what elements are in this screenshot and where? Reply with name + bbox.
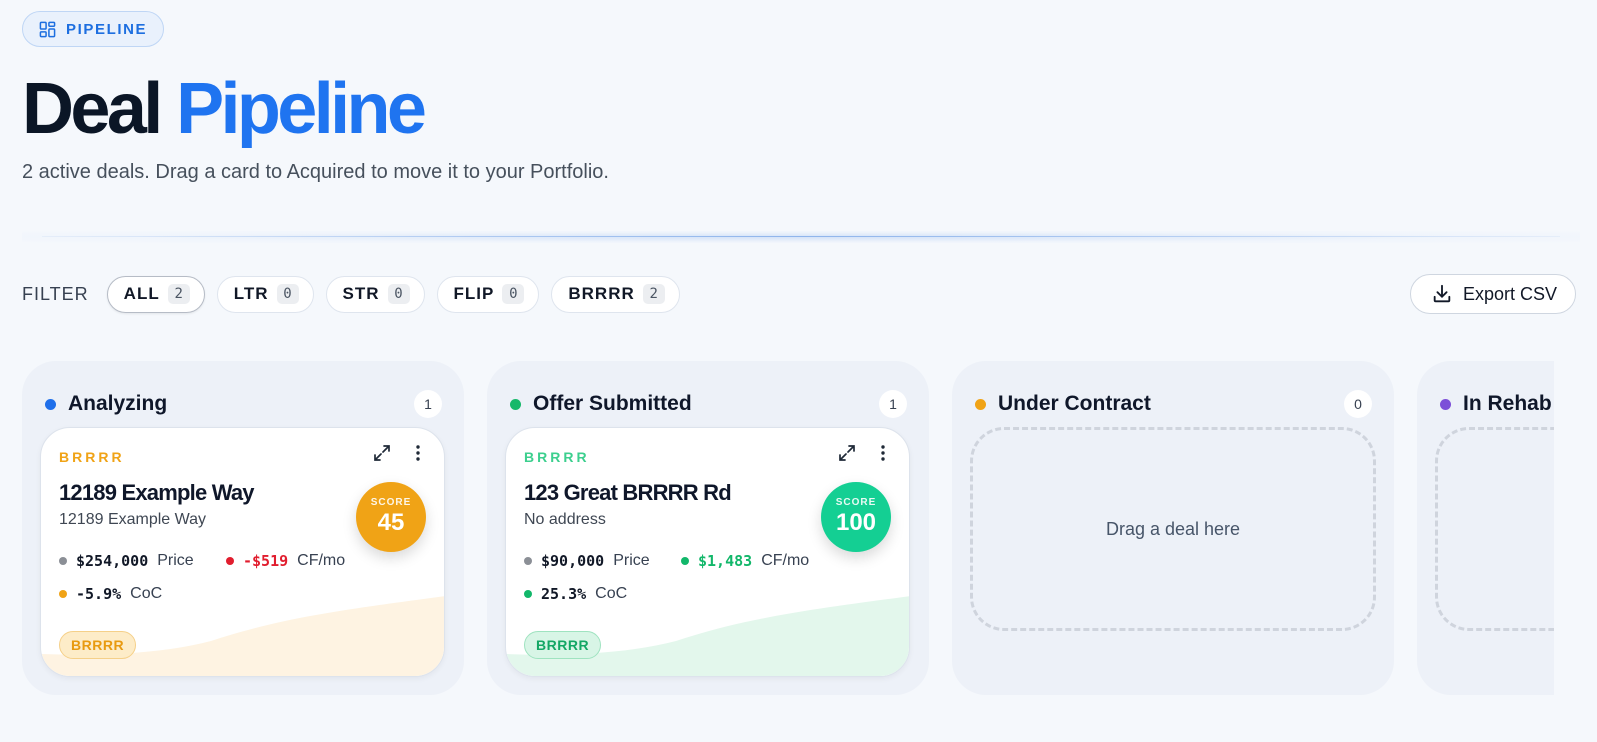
page-title-accent: Pipeline	[176, 69, 427, 149]
deal-card[interactable]: BRRRR 12189 Example Way 12189 Example Wa…	[40, 427, 445, 677]
score-label: SCORE	[370, 497, 412, 508]
filter-chip-label: LTR	[233, 284, 269, 303]
column-header: Offer Submitted 1	[510, 390, 907, 418]
metric-value: 25.3%	[541, 585, 587, 603]
drop-zone[interactable]	[1435, 427, 1554, 631]
filter-chip-count: 0	[387, 284, 410, 304]
dashboard-grid-icon	[39, 21, 56, 37]
metric-cashflow: -$519 CF/mo	[226, 552, 345, 570]
export-csv-label: Export CSV	[1462, 283, 1557, 304]
metric-dot	[59, 557, 67, 565]
filter-chip-label: ALL	[123, 284, 160, 303]
metric-dot	[59, 590, 67, 598]
column-title: Analyzing	[68, 392, 168, 415]
deal-address: 12189 Example Way	[59, 511, 207, 528]
column-in-rehab[interactable]: In Rehab	[1417, 361, 1554, 695]
metric-dot	[226, 557, 234, 565]
metric-coc: 25.3% CoC	[524, 585, 627, 603]
column-count: 1	[414, 390, 442, 418]
column-count: 0	[1344, 390, 1372, 418]
filter-chip-label: BRRRR	[568, 284, 635, 303]
deal-tag: BRRRR	[524, 631, 602, 659]
filter-chip-count: 2	[167, 284, 190, 304]
deal-score-badge: SCORE 100	[821, 482, 891, 552]
filter-chip-all[interactable]: ALL 2	[106, 275, 205, 313]
metric-value: $254,000	[76, 552, 149, 570]
header-divider	[22, 231, 1580, 243]
download-icon	[1433, 284, 1451, 303]
filter-bar: FILTER ALL 2 LTR 0 STR 0 FLIP 0 BRRRR 2	[22, 274, 1576, 314]
column-status-dot	[1440, 398, 1451, 410]
deal-strategy-label: BRRRR	[59, 449, 125, 465]
metric-label: CoC	[130, 585, 163, 602]
column-title: In Rehab	[1463, 392, 1552, 415]
more-options-icon[interactable]	[873, 443, 893, 463]
column-header: Analyzing 1	[45, 390, 442, 418]
column-under-contract[interactable]: Under Contract 0 Drag a deal here	[952, 361, 1394, 695]
metric-cashflow: $1,483 CF/mo	[681, 552, 809, 570]
metric-value: -5.9%	[76, 585, 122, 603]
section-eyebrow: PIPELINE	[22, 11, 165, 47]
filter-label: FILTER	[22, 283, 89, 304]
score-label: SCORE	[835, 497, 877, 508]
deal-title: 12189 Example Way	[59, 480, 255, 505]
metric-label: Price	[157, 552, 194, 569]
metric-dot	[681, 557, 689, 565]
metric-label: Price	[613, 552, 650, 569]
deal-strategy-label: BRRRR	[524, 449, 590, 465]
filter-chip-count: 0	[276, 284, 299, 304]
export-csv-button[interactable]: Export CSV	[1409, 274, 1576, 314]
column-count: 1	[879, 390, 907, 418]
metric-dot	[524, 590, 532, 598]
column-header: In Rehab	[1440, 391, 1554, 417]
page-title: Deal Pipeline	[22, 73, 427, 145]
metric-value: $1,483	[698, 552, 753, 570]
pipeline-board: Analyzing 1 BRRRR 12189 Example Way 1218…	[22, 361, 1554, 706]
metric-label: CF/mo	[297, 552, 346, 569]
column-status-dot	[510, 398, 521, 410]
metric-value: $90,000	[541, 552, 605, 570]
filter-chip-str[interactable]: STR 0	[325, 275, 425, 313]
column-header: Under Contract 0	[975, 390, 1372, 418]
pipeline-page: PIPELINE Deal Pipeline 2 active deals. D…	[22, 11, 1580, 742]
more-options-icon[interactable]	[408, 443, 428, 463]
deal-address: No address	[524, 511, 606, 528]
metric-label: CF/mo	[761, 552, 810, 569]
metric-value: -$519	[243, 552, 289, 570]
column-status-dot	[975, 398, 986, 410]
column-status-dot	[45, 398, 56, 410]
filter-chip-count: 0	[502, 284, 525, 304]
card-actions	[372, 443, 428, 463]
column-title: Under Contract	[998, 392, 1151, 415]
drop-zone[interactable]: Drag a deal here	[970, 427, 1376, 631]
column-offer-submitted[interactable]: Offer Submitted 1 BRRRR 123 Great BRRRR …	[487, 361, 929, 695]
card-actions	[837, 443, 893, 463]
filter-chip-brrrr[interactable]: BRRRR 2	[551, 275, 680, 313]
filter-chip-label: STR	[342, 284, 380, 303]
expand-icon[interactable]	[372, 443, 392, 463]
metric-dot	[524, 557, 532, 565]
column-analyzing[interactable]: Analyzing 1 BRRRR 12189 Example Way 1218…	[22, 361, 464, 695]
page-title-main: Deal	[22, 69, 163, 149]
filter-chip-count: 2	[642, 284, 665, 304]
filter-chip-flip[interactable]: FLIP 0	[436, 275, 540, 313]
filter-chip-label: FLIP	[453, 284, 495, 303]
metric-coc: -5.9% CoC	[59, 585, 162, 603]
drop-zone-label: Drag a deal here	[1105, 518, 1241, 539]
eyebrow-label: PIPELINE	[66, 20, 148, 38]
metric-label: CoC	[595, 585, 628, 602]
page-subtitle: 2 active deals. Drag a card to Acquired …	[22, 161, 609, 183]
metric-price: $254,000 Price	[59, 552, 194, 570]
score-value: 100	[835, 509, 877, 536]
expand-icon[interactable]	[837, 443, 857, 463]
deal-title: 123 Great BRRRR Rd	[524, 480, 732, 505]
metric-price: $90,000 Price	[524, 552, 650, 570]
deal-score-badge: SCORE 45	[356, 482, 426, 552]
column-title: Offer Submitted	[533, 392, 692, 415]
score-value: 45	[377, 509, 405, 536]
deal-card[interactable]: BRRRR 123 Great BRRRR Rd No address SCOR…	[505, 427, 910, 677]
filter-chip-ltr[interactable]: LTR 0	[216, 275, 314, 313]
deal-tag: BRRRR	[59, 631, 137, 659]
